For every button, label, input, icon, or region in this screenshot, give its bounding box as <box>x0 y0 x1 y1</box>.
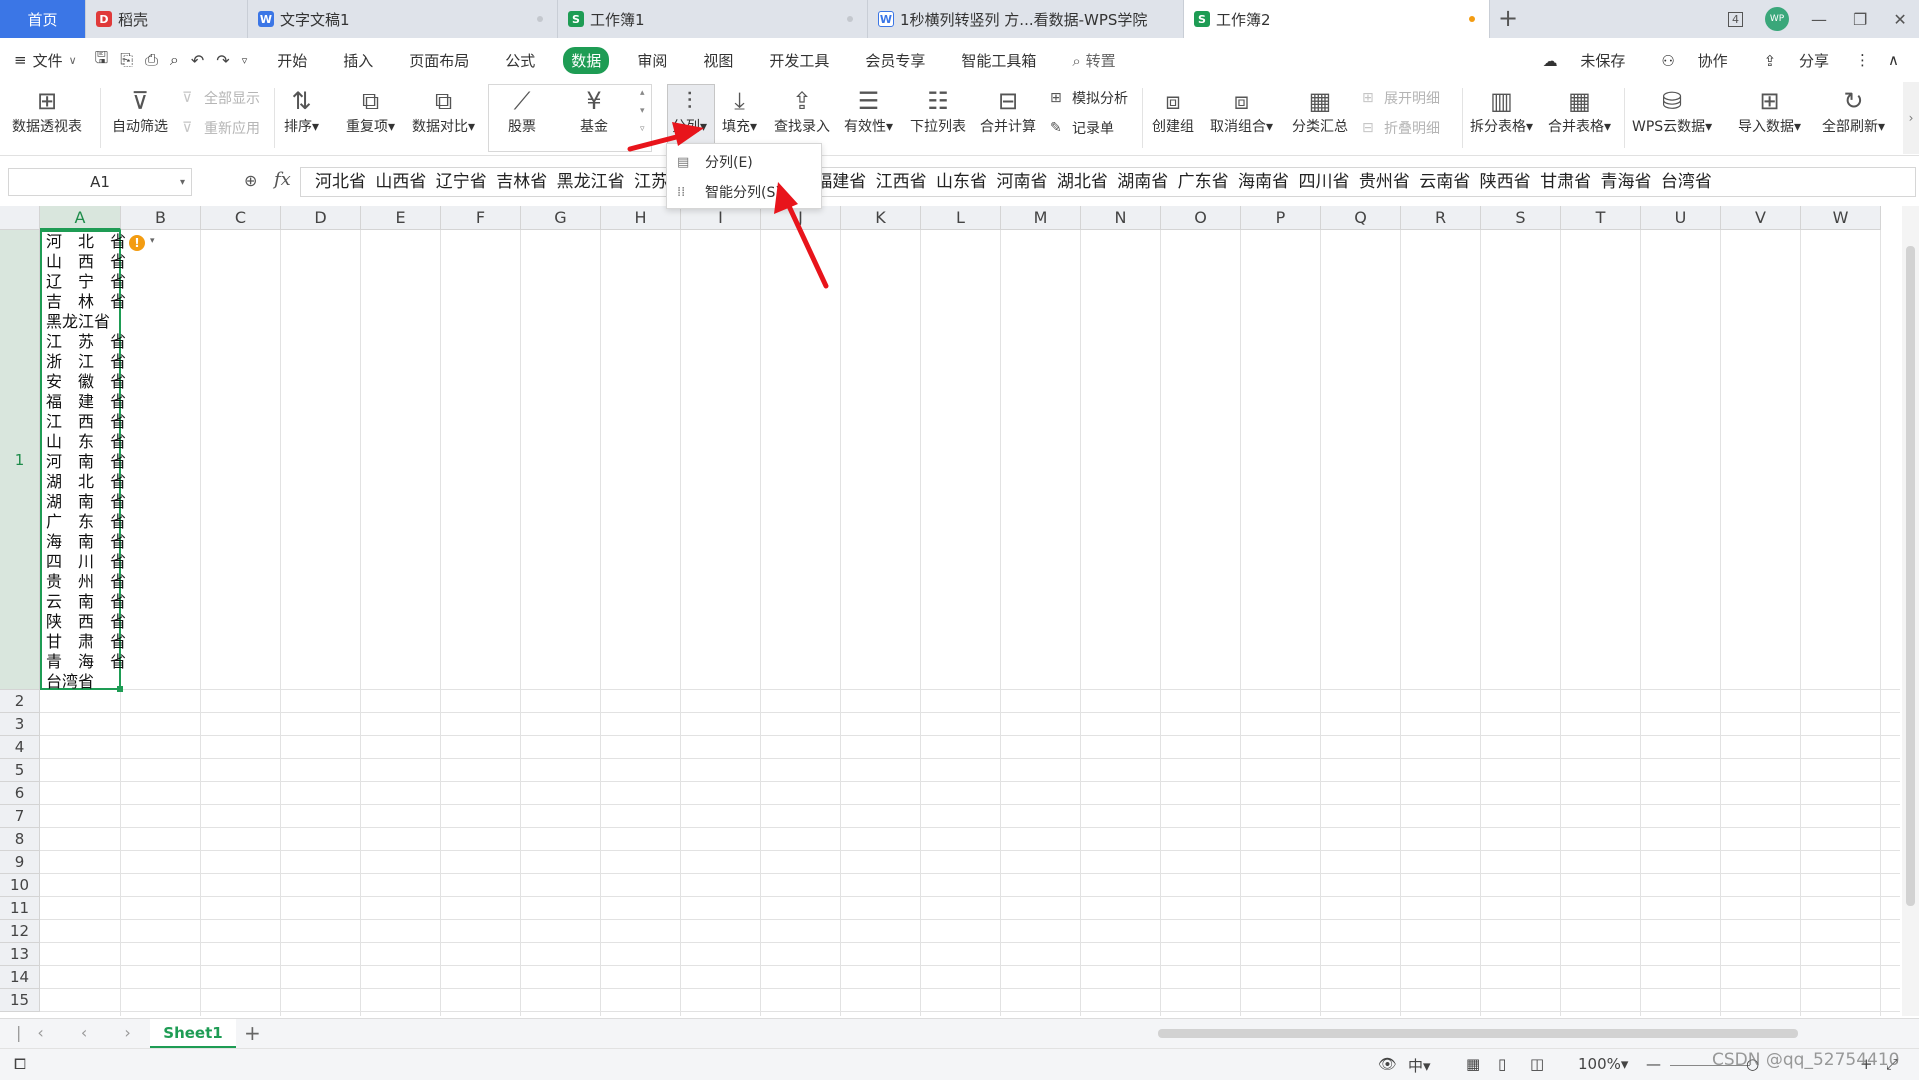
sheet-tab-label: Sheet1 <box>163 1023 223 1042</box>
horizontal-scroll-thumb[interactable] <box>1158 1029 1798 1038</box>
macro-record-icon[interactable]: ⧠ <box>14 1055 26 1073</box>
page-break-view-icon[interactable]: ◫ <box>1530 1055 1544 1073</box>
arrow-to-smart-split <box>774 182 829 289</box>
annotation-arrows <box>627 122 829 289</box>
normal-view-icon[interactable]: ▦ <box>1466 1055 1480 1073</box>
sheet-tab-sheet1[interactable]: Sheet1 <box>150 1019 236 1048</box>
page-layout-view-icon[interactable]: ▯ <box>1498 1055 1506 1073</box>
input-mode-toggle[interactable]: 中 ▾ <box>1408 1055 1431 1076</box>
eye-protection-icon[interactable]: 👁 <box>1378 1055 1397 1073</box>
horizontal-scrollbar[interactable] <box>1140 1027 1880 1039</box>
zoom-out-icon[interactable]: — <box>1646 1055 1661 1073</box>
zoom-level[interactable]: 100% ▾ <box>1578 1055 1628 1073</box>
sheet-tab-bar: |‹ ‹ › ›| Sheet1 + <box>0 1018 1919 1048</box>
status-bar: ⧠ 👁 中 ▾ ▦ ▯ ◫ 100% ▾ — ○ + ⤢ <box>0 1048 1919 1080</box>
arrow-to-split-button <box>627 122 704 152</box>
input-mode-label: 中 <box>1408 1057 1424 1075</box>
watermark: CSDN @qq_52754410 <box>1712 1050 1900 1070</box>
add-sheet-plus-icon[interactable]: + <box>244 1021 261 1045</box>
zoom-level-label: 100% <box>1578 1055 1621 1073</box>
